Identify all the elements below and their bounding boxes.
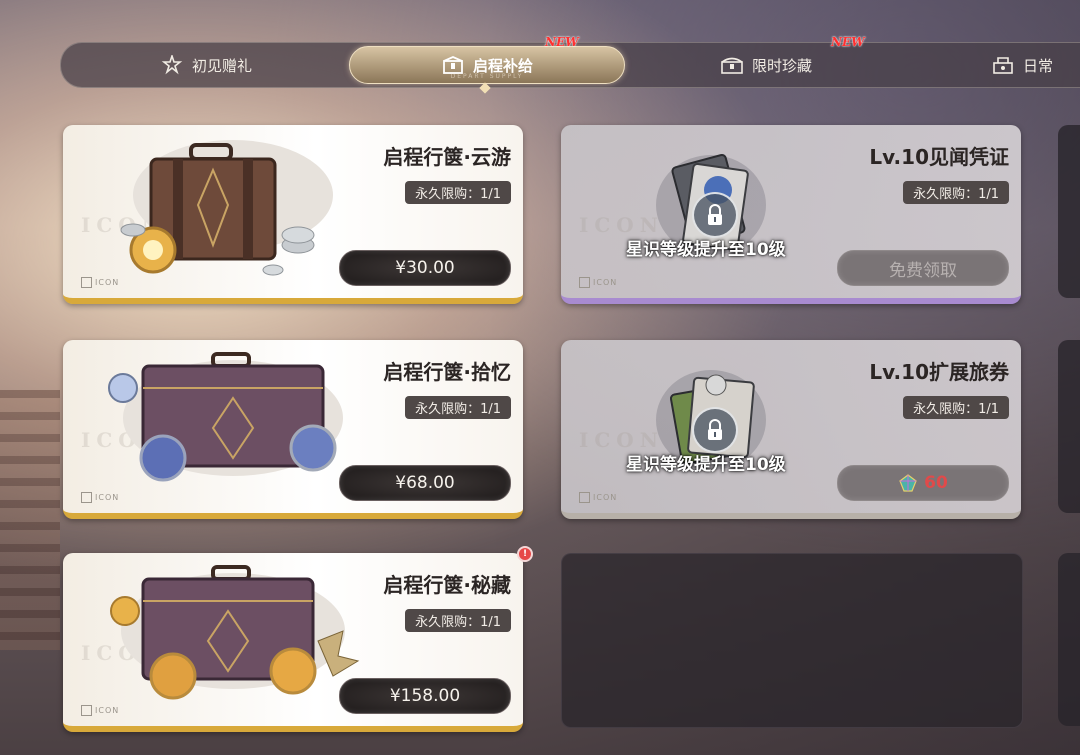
crystal-currency-icon [899,474,917,492]
tab-daily[interactable]: 日常 [991,43,1080,87]
purchase-limit: 永久限购：1/1 [903,396,1009,419]
pack-card-shiyi[interactable]: ICON ICON 启程行箧·拾忆 永久限购：1/1 ¥68.00 [63,340,523,519]
daily-icon [991,54,1015,76]
empty-card-slot [561,553,1023,728]
tab-depart-supply[interactable]: 启程补给 DEPART SUPPLY [349,46,625,84]
treasure-chest-icon [720,54,744,76]
tab-first-gift[interactable]: 初见赠礼 [101,43,311,87]
unlock-requirement: 星识等级提升至10级 [626,455,786,475]
voucher-card-lv10[interactable]: ICON 星识等级提升至10级 ICON Lv.10见闻凭证 永久限购：1/1 … [561,125,1021,304]
currency-cost: 60 [924,473,948,493]
next-column-card-stub [1058,553,1080,726]
tab-label: 限时珍藏 [751,56,812,75]
purchase-limit: 永久限购：1/1 [405,609,511,632]
ticket-card-lv10[interactable]: ICON 星识等级提升至10级 ICON Lv.10扩展旅券 永久限购：1/1 … [561,340,1021,519]
purchase-limit: 永久限购：1/1 [903,181,1009,204]
brand-mark: ICON [81,705,119,716]
currency-cost-button[interactable]: 60 [837,465,1009,501]
tab-limited-treasure[interactable]: 限时珍藏 [681,43,851,87]
card-watermark: ICON [579,213,664,237]
new-badge: NEW [545,35,579,49]
notification-dot: ! [517,546,533,562]
brand-mark: ICON [81,277,119,288]
price-button[interactable]: ¥68.00 [339,465,511,501]
pack-title: 启程行箧·云游 [383,145,511,169]
unlock-requirement: 星识等级提升至10级 [626,240,786,260]
tab-subtitle: DEPART SUPPLY [450,73,524,80]
price-button[interactable]: ¥158.00 [339,678,511,714]
new-badge: NEW [831,35,865,49]
gift-star-icon [160,54,184,76]
item-title: Lv.10扩展旅券 [869,360,1009,384]
purchase-limit: 永久限购：1/1 [405,396,511,419]
next-column-card-stub [1058,340,1080,513]
trunk-illustration [108,352,343,482]
tab-label: 日常 [1023,56,1054,75]
next-column-card-stub [1058,125,1080,298]
tab-bar: 初见赠礼 启程补给 DEPART SUPPLY NEW 限时珍藏 NEW 日常 [60,35,1080,88]
brand-mark: ICON [81,492,119,503]
lock-icon [692,407,738,453]
free-claim-button[interactable]: 免费领取 [837,250,1009,286]
trunk-illustration [110,565,360,700]
brand-mark: ICON [579,277,617,288]
price-button[interactable]: ¥30.00 [339,250,511,286]
lock-icon [692,192,738,238]
tab-label: 初见赠礼 [191,56,252,75]
pack-title: 启程行箧·秘藏 [383,573,511,597]
purchase-limit: 永久限购：1/1 [405,181,511,204]
suitcase-illustration [120,140,333,276]
background-shelves [0,390,60,650]
pack-card-yunyou[interactable]: ICON ICON 启程行箧·云游 永久限购：1/1 ¥30.00 [63,125,523,304]
pack-card-micang[interactable]: ICON ICON 启程行箧·秘藏 永久限购：1/1 ¥158.00 [63,553,523,732]
pack-title: 启程行箧·拾忆 [383,360,511,384]
card-watermark: ICON [579,428,664,452]
brand-mark: ICON [579,492,617,503]
item-title: Lv.10见闻凭证 [869,145,1009,169]
